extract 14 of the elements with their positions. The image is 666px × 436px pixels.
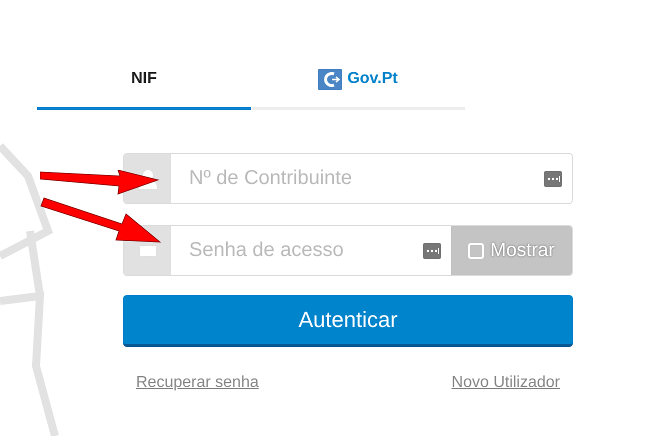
- keyboard-icon: [544, 170, 562, 186]
- taxpayer-number-input[interactable]: Nº de Contribuinte: [171, 167, 544, 190]
- tab[interactable]: Gov.Pt: [251, 57, 465, 110]
- keyboard-icon: [423, 242, 441, 258]
- tab[interactable]: NIF: [37, 57, 251, 110]
- show-password-label: Mostrar: [490, 240, 555, 262]
- password-input[interactable]: Senha de acesso: [171, 239, 423, 262]
- authenticate-button[interactable]: Autenticar: [123, 295, 573, 347]
- show-password-checkbox[interactable]: [468, 242, 484, 258]
- user-icon: [138, 168, 156, 188]
- login-logo-icon: [318, 68, 342, 90]
- link[interactable]: Novo Utilizador: [452, 374, 560, 392]
- taxpayer-number-field[interactable]: Nº de Contribuinte: [123, 153, 573, 204]
- link[interactable]: Recuperar senha: [136, 374, 259, 392]
